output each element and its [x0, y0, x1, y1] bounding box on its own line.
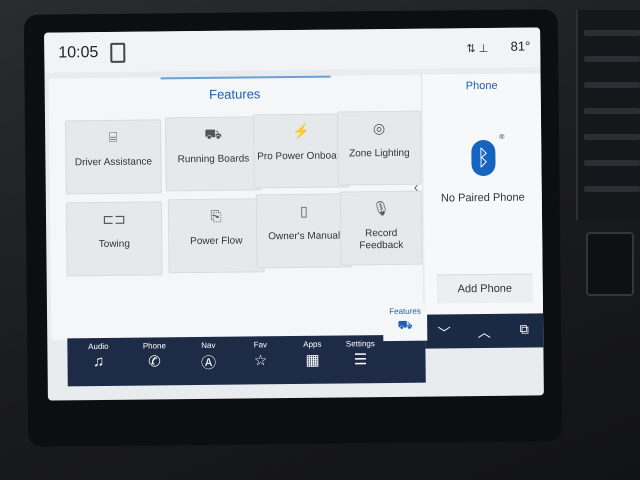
tile-label: Running Boards: [177, 153, 250, 166]
towing-icon: ⊏⊐: [102, 210, 126, 228]
title-rule: [160, 75, 331, 80]
tile-driver-assistance[interactable]: ⌸ Driver Assistance: [65, 119, 162, 195]
microphone-icon: 🎙: [371, 199, 390, 217]
add-phone-button[interactable]: Add Phone: [436, 273, 533, 304]
tile-label: Pro Power Onboard: [257, 150, 346, 163]
nav-phone[interactable]: Phone ✆: [129, 341, 179, 371]
tile-pro-power-onboard[interactable]: ⚡ Pro Power Onboard: [252, 113, 350, 189]
phone-panel-title: Phone: [465, 79, 498, 93]
star-icon: ☆: [253, 352, 268, 370]
tile-label: Record Feedback: [359, 227, 404, 252]
tile-towing[interactable]: ⊏⊐ Towing: [65, 201, 163, 277]
nav-label: Nav: [201, 340, 216, 350]
collapse-chevron-icon[interactable]: ‹: [414, 179, 419, 195]
nav-features-active[interactable]: Features ⛟: [382, 302, 428, 342]
sliders-icon: ☰: [353, 351, 368, 369]
split-view-icon[interactable]: ⧉: [509, 321, 539, 337]
features-panel: Features ⌸ Driver Assistance ⛟ Running B…: [48, 74, 424, 341]
nav-audio[interactable]: Audio ♫: [73, 342, 123, 371]
nav-settings[interactable]: Settings ☰: [335, 339, 385, 369]
nav-label: Audio: [88, 341, 109, 352]
infotainment-screen: 10:05 ⇅ ⊥ 81° Features ⌸ Driver Assistan…: [44, 27, 544, 401]
zone-lighting-icon: ◎: [372, 120, 386, 137]
nav-favorites[interactable]: Fav ☆: [235, 340, 285, 370]
registered-mark: ®: [499, 133, 505, 141]
owners-manual-icon: ▯: [300, 202, 308, 219]
navigation-icon: Ⓐ: [200, 354, 217, 372]
phone-icon: ✆: [148, 353, 161, 371]
chevron-up-icon[interactable]: ︿: [469, 322, 499, 341]
tile-label: Owner's Manual: [268, 230, 341, 243]
status-bar: 10:05 ⇅ ⊥ 81°: [44, 27, 541, 73]
running-boards-icon: ⛟: [204, 125, 223, 142]
tile-label: Driver Assistance: [74, 156, 153, 169]
driver-assistance-icon: ⌸: [108, 128, 118, 145]
usb-port: [586, 232, 634, 296]
power-flow-icon: ⎘: [210, 207, 222, 224]
pro-power-icon: ⚡: [292, 122, 310, 140]
outside-temperature: 81°: [510, 38, 531, 54]
tile-label: Power Flow: [190, 235, 243, 248]
clock: 10:05: [58, 44, 99, 62]
nav-label: Features: [389, 306, 421, 317]
tile-label: Zone Lighting: [349, 147, 410, 160]
tile-running-boards[interactable]: ⛟ Running Boards: [164, 116, 262, 192]
vehicle-icon: ⛟: [397, 317, 413, 332]
tile-power-flow[interactable]: ⎘ Power Flow: [167, 198, 265, 274]
phone-controls: ﹀ ︿ ⧉: [425, 313, 544, 349]
tile-label: Towing: [98, 238, 130, 251]
nav-label: Apps: [303, 339, 322, 349]
tile-owners-manual[interactable]: ▯ Owner's Manual: [255, 193, 353, 269]
chevron-down-icon[interactable]: ﹀: [429, 322, 459, 341]
nav-navigation[interactable]: Nav Ⓐ: [183, 341, 233, 374]
nav-apps[interactable]: Apps ▦: [287, 340, 337, 370]
tile-zone-lighting[interactable]: ◎ Zone Lighting: [336, 110, 422, 186]
features-title: Features: [209, 86, 261, 102]
phone-status-icon: [110, 42, 126, 63]
bottom-nav-bar: Audio ♫ Phone ✆ Nav Ⓐ Fav ☆ Apps ▦ Setti…: [67, 334, 426, 387]
tile-record-feedback[interactable]: 🎙 Record Feedback: [339, 190, 423, 266]
nav-label: Fav: [253, 340, 268, 350]
nav-label: Phone: [142, 341, 166, 351]
air-vent: [576, 10, 640, 220]
phone-panel: Phone ᛒ ® No Paired Phone Add Phone: [422, 73, 544, 315]
signal-icon: ⇅ ⊥: [466, 42, 489, 56]
music-note-icon: ♫: [92, 352, 105, 371]
apps-grid-icon: ▦: [305, 351, 320, 369]
phone-status-text: No Paired Phone: [440, 191, 525, 205]
nav-label: Settings: [345, 339, 375, 349]
bluetooth-icon: ᛒ: [471, 139, 496, 177]
